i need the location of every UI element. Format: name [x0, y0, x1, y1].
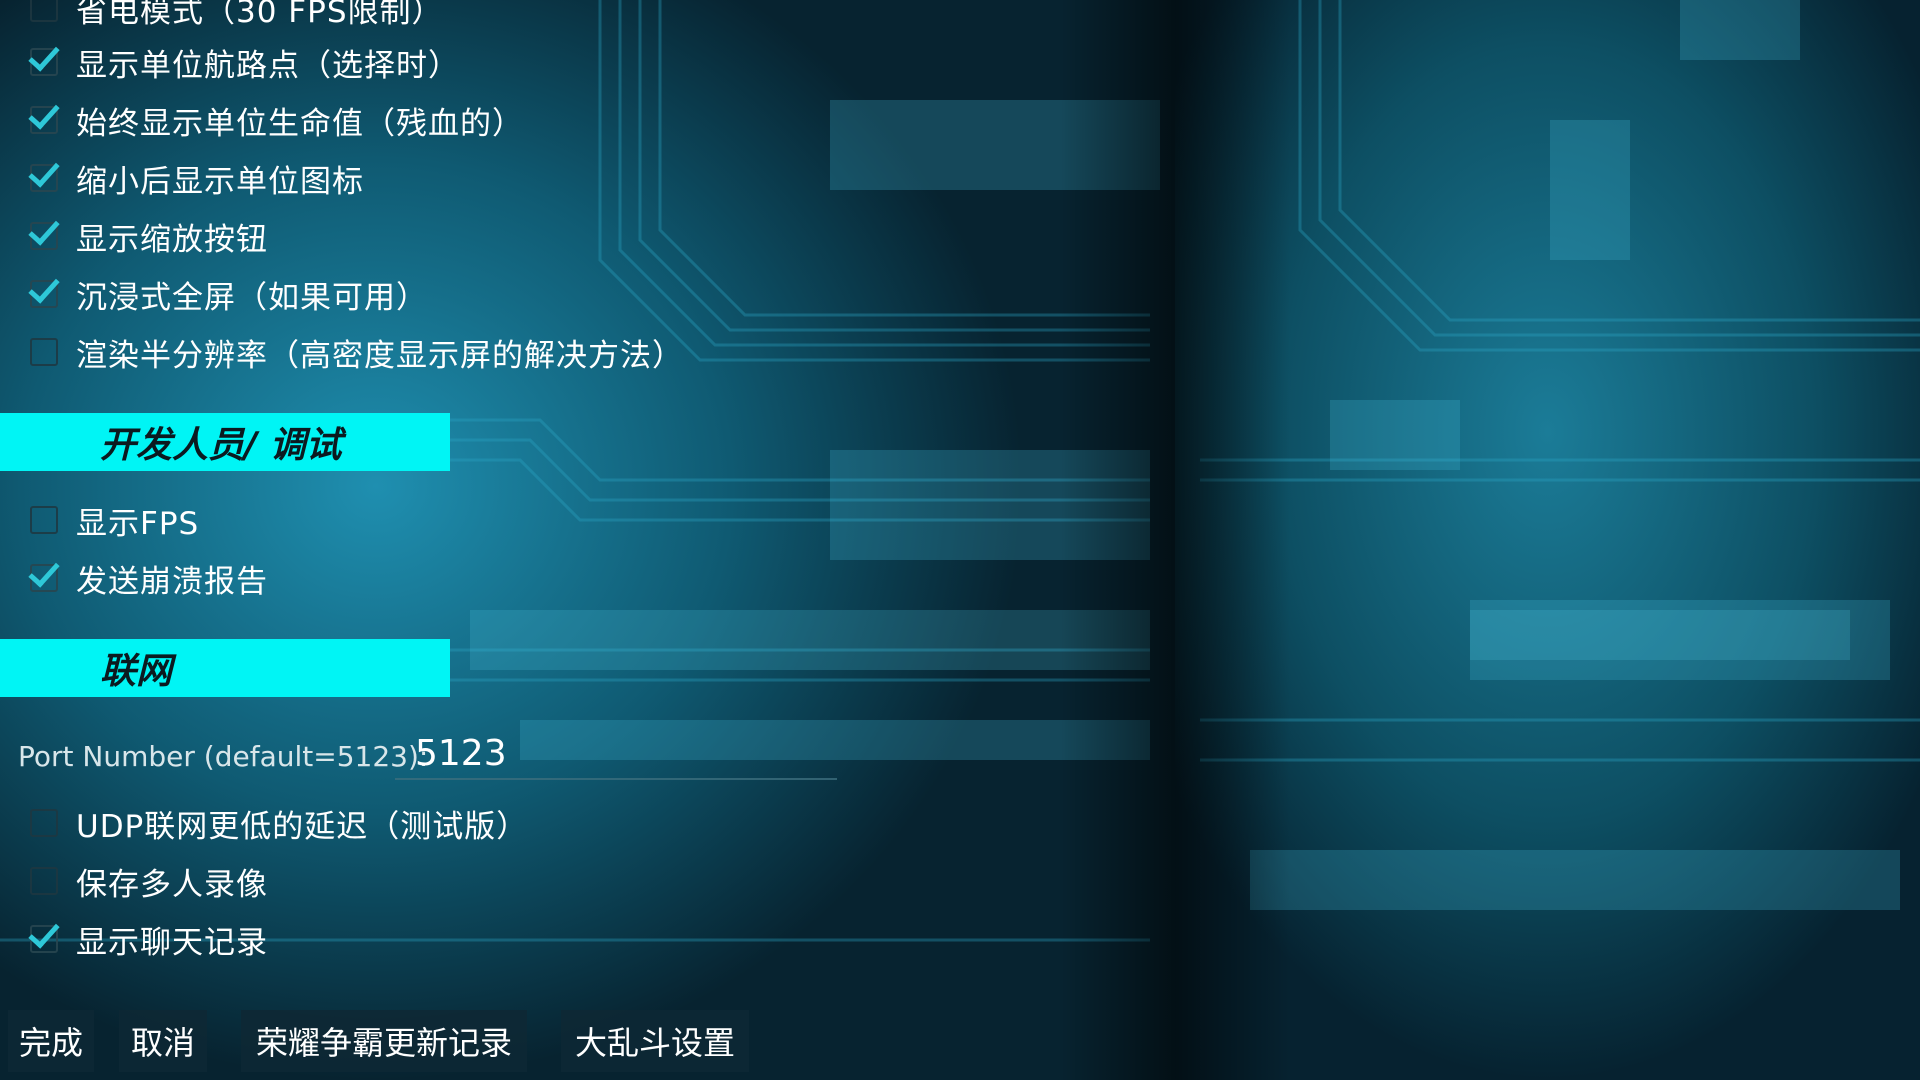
setting-label: 发送崩溃报告 [76, 563, 268, 600]
port-number-label: Port Number (default=5123): [18, 740, 429, 773]
setting-zoomed-unit-icons[interactable]: 缩小后显示单位图标 [28, 153, 364, 203]
checkbox[interactable] [28, 555, 60, 592]
setting-label: 缩小后显示单位图标 [76, 163, 364, 200]
setting-show-fps[interactable]: 显示FPS [30, 495, 199, 545]
checkmark-icon [28, 271, 60, 304]
checkmark-icon [28, 97, 60, 130]
setting-save-multiplayer-replays[interactable]: 保存多人录像 [30, 856, 268, 906]
done-button[interactable]: 完成 [8, 1010, 94, 1072]
setting-label: 渲染半分辨率（高密度显示屏的解决方法） [76, 337, 684, 374]
setting-power-save[interactable]: 省电模式（30 FPS限制） [30, 0, 444, 33]
setting-show-waypoints[interactable]: 显示单位航路点（选择时） [28, 37, 460, 87]
setting-always-show-health[interactable]: 始终显示单位生命值（残血的） [28, 95, 524, 145]
setting-send-crash-reports[interactable]: 发送崩溃报告 [28, 553, 268, 603]
setting-udp-low-latency[interactable]: UDP联网更低的延迟（测试版） [30, 798, 528, 848]
setting-label: 沉浸式全屏（如果可用） [76, 279, 428, 316]
setting-label: 显示单位航路点（选择时） [76, 47, 460, 84]
checkbox[interactable] [28, 271, 60, 308]
checkbox[interactable] [30, 809, 58, 837]
checkbox[interactable] [28, 213, 60, 250]
checkbox[interactable] [28, 916, 60, 953]
checkmark-icon [28, 916, 60, 949]
checkbox[interactable] [28, 155, 60, 192]
setting-label: 保存多人录像 [76, 866, 268, 903]
checkmark-icon [28, 155, 60, 188]
checkmark-icon [28, 39, 60, 72]
checkbox[interactable] [28, 39, 60, 76]
checkbox[interactable] [30, 338, 58, 366]
setting-immersive-fullscreen[interactable]: 沉浸式全屏（如果可用） [28, 269, 428, 319]
checkbox[interactable] [30, 867, 58, 895]
setting-label: 省电模式（30 FPS限制） [76, 0, 444, 30]
setting-show-chat-log[interactable]: 显示聊天记录 [28, 914, 268, 964]
section-header-network: 联网 [0, 639, 450, 697]
setting-zoom-buttons[interactable]: 显示缩放按钮 [28, 211, 268, 261]
checkbox[interactable] [28, 97, 60, 134]
setting-half-resolution[interactable]: 渲染半分辨率（高密度显示屏的解决方法） [30, 327, 684, 377]
checkbox[interactable] [30, 0, 58, 22]
setting-label: 显示缩放按钮 [76, 221, 268, 258]
checkmark-icon [28, 555, 60, 588]
checkmark-icon [28, 213, 60, 246]
setting-label: 显示聊天记录 [76, 924, 268, 961]
cancel-button[interactable]: 取消 [119, 1010, 207, 1072]
setting-label: 显示FPS [76, 505, 200, 542]
setting-label: 始终显示单位生命值（残血的） [76, 105, 524, 142]
port-number-input[interactable] [395, 728, 837, 780]
setting-label: UDP联网更低的延迟（测试版） [76, 808, 529, 845]
checkbox[interactable] [30, 506, 58, 534]
changelog-button[interactable]: 荣耀争霸更新记录 [241, 1010, 527, 1072]
brawl-settings-button[interactable]: 大乱斗设置 [561, 1010, 749, 1072]
section-header-developer: 开发人员/ 调试 [0, 413, 450, 471]
